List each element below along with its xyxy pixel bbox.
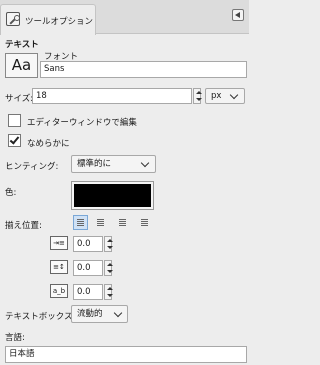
justify-label: 揃え位置: [5,221,42,231]
line-spacing-icon: ≡↕ [50,260,68,274]
tab-bar: ツールオプション [0,0,249,35]
tab-tool-options[interactable]: ツールオプション [0,4,96,35]
justify-fill-icon[interactable] [137,215,152,230]
justify-right-icon[interactable] [93,215,108,230]
letter-spacing-input[interactable]: 0.0 [73,284,103,300]
font-preview-button[interactable]: Aa [5,53,38,78]
size-label: サイズ: [5,94,34,104]
antialias-label: なめらかに [27,139,70,149]
text-box-value: 流動的 [77,309,103,319]
chevron-down-icon [229,90,239,100]
editor-window-checkbox[interactable] [8,114,21,127]
lines-glyph [97,219,104,227]
language-input[interactable]: 日本語 [5,346,247,363]
chevron-down-icon [113,308,123,318]
lines-glyph [141,219,148,227]
line-spacing-input[interactable]: 0.0 [73,260,103,276]
hinting-select[interactable]: 標準的に [71,155,156,173]
size-input[interactable]: 18 [32,88,192,104]
color-label: 色: [5,188,17,198]
justify-center-icon[interactable] [115,215,130,230]
size-stepper[interactable] [193,88,202,104]
antialias-checkbox[interactable] [8,134,21,147]
checkmark-icon [9,134,20,145]
lines-glyph [77,219,84,227]
text-box-select[interactable]: 流動的 [71,305,128,323]
tab-label: ツールオプション [25,17,94,27]
hinting-value: 標準的に [77,159,112,169]
hinting-label: ヒンティング: [5,162,59,172]
letter-spacing-stepper[interactable] [104,284,113,300]
indent-stepper[interactable] [104,236,113,252]
language-label: 言語: [5,333,25,343]
color-swatch [74,184,151,207]
font-input[interactable]: Sans [40,61,247,78]
chevron-down-icon [140,158,150,168]
editor-window-label: エディターウィンドウで編集 [27,118,137,128]
line-spacing-stepper[interactable] [104,260,113,276]
justify-left-icon[interactable] [73,215,88,230]
letter-spacing-icon: a_b [50,284,68,298]
color-button[interactable] [71,181,154,210]
text-box-label: テキストボックス: [5,312,76,322]
indent-input[interactable]: 0.0 [73,236,103,252]
section-title: テキスト [5,40,39,50]
indent-icon: ⇥≡ [50,236,68,250]
lines-glyph [119,219,126,227]
panel-menu-icon[interactable] [232,9,244,21]
unit-value: px [211,91,222,101]
unit-select[interactable]: px [205,88,245,104]
text-tool-icon [6,12,20,26]
